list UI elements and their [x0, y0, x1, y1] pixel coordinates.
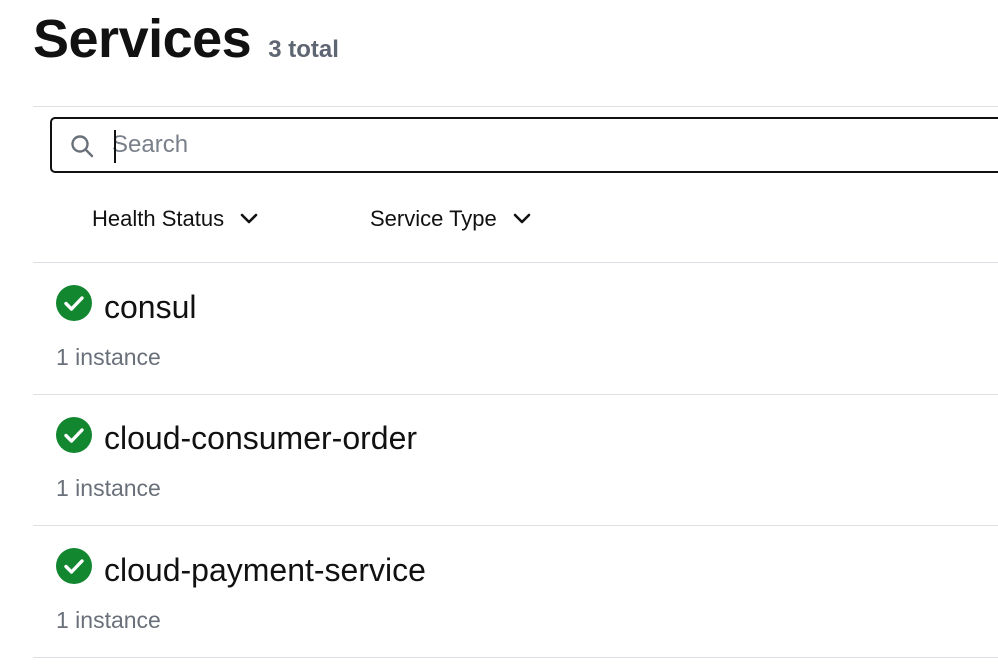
service-row-cloud-consumer-order[interactable]: cloud-consumer-order 1 instance: [33, 395, 998, 526]
instance-count: 1 instance: [56, 344, 161, 370]
service-row-cloud-payment-service[interactable]: cloud-payment-service 1 instance: [33, 526, 998, 657]
search-input[interactable]: [112, 125, 992, 165]
page-title: Services: [33, 9, 252, 69]
service-name[interactable]: consul: [104, 287, 197, 327]
filter-service-type[interactable]: Service Type: [370, 206, 533, 232]
check-circle-icon: [56, 548, 92, 584]
filter-health-status[interactable]: Health Status: [92, 206, 260, 232]
service-row-consul[interactable]: consul 1 instance: [33, 263, 998, 394]
row-divider: [33, 657, 998, 658]
service-name[interactable]: cloud-payment-service: [104, 550, 426, 590]
instance-count: 1 instance: [56, 607, 161, 633]
service-name[interactable]: cloud-consumer-order: [104, 418, 417, 458]
chevron-down-icon: [240, 213, 258, 224]
chevron-down-icon: [513, 213, 531, 224]
check-circle-icon: [56, 417, 92, 453]
page-header: Services 3 total: [33, 6, 339, 72]
search-box[interactable]: [50, 117, 998, 173]
services-page: Services 3 total Health Status Service T…: [0, 0, 998, 668]
instance-count: 1 instance: [56, 475, 161, 501]
check-circle-icon: [56, 285, 92, 321]
filter-health-status-label: Health Status: [92, 206, 225, 231]
header-divider: [33, 106, 998, 107]
text-cursor: [114, 130, 116, 163]
service-count: 3 total: [268, 36, 339, 63]
filter-service-type-label: Service Type: [370, 206, 497, 231]
search-icon: [71, 135, 94, 158]
